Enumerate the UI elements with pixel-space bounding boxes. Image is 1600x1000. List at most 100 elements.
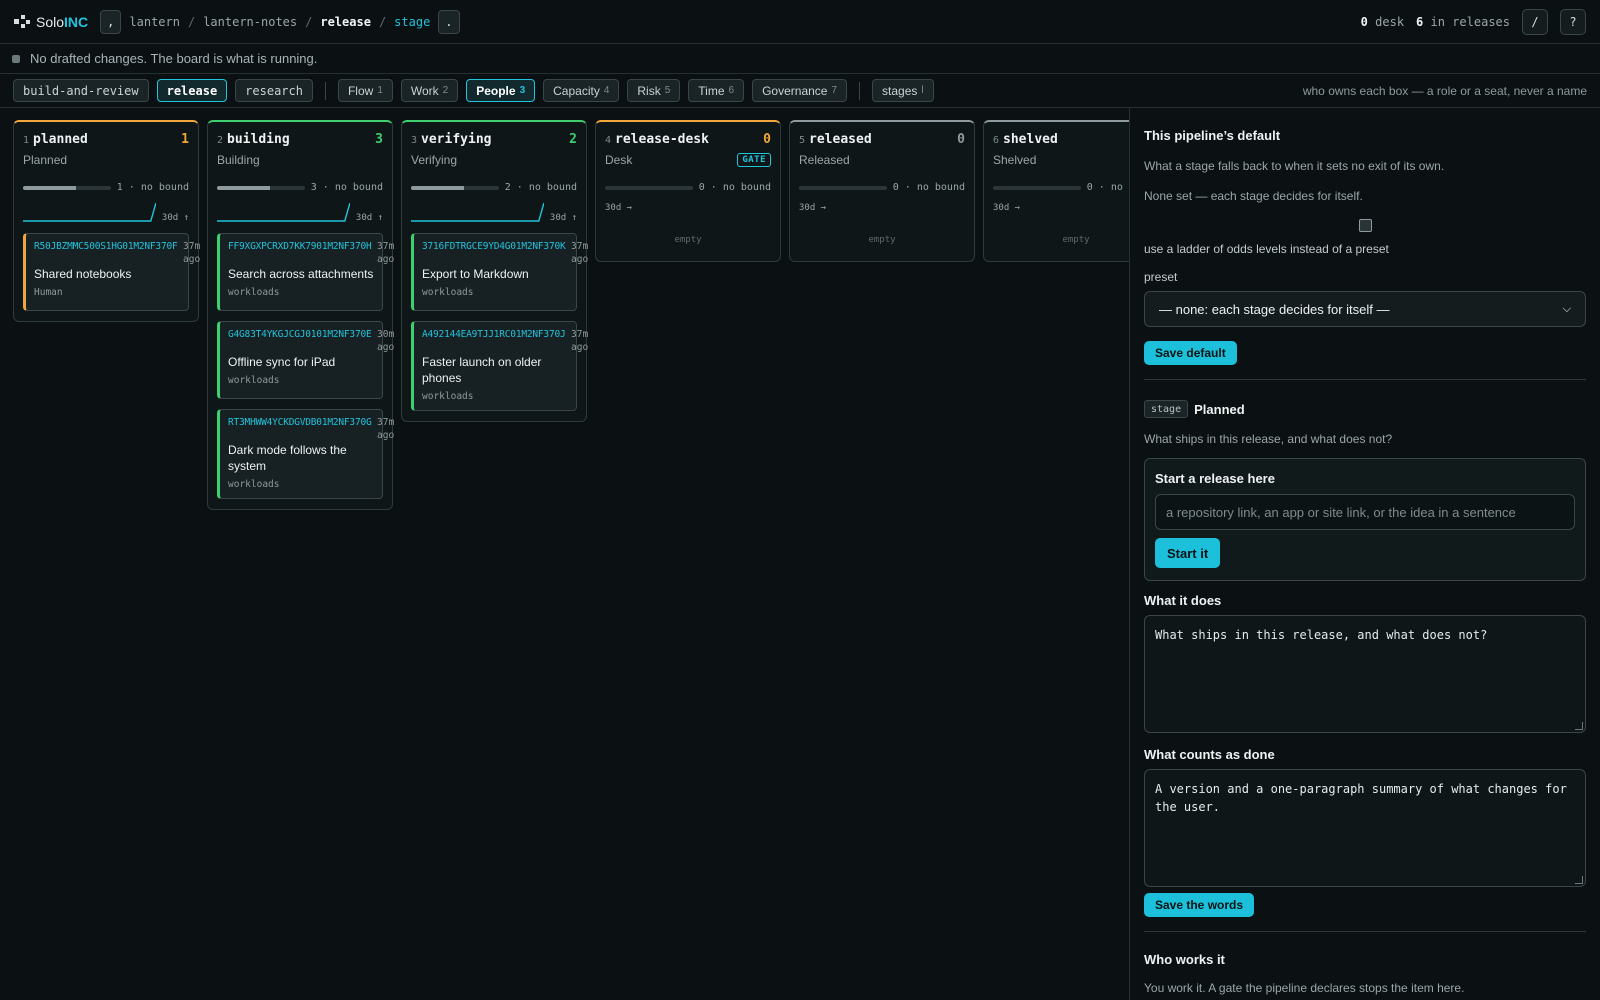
lens-time[interactable]: Time 6 bbox=[688, 79, 745, 102]
stage-column-planned[interactable]: 1 planned 1 Planned 1 · no bound 30d ↑ R50JBZM… bbox=[13, 120, 200, 322]
column-subtitle-row: Verifying bbox=[411, 152, 577, 168]
lens-risk[interactable]: Risk 5 bbox=[627, 79, 681, 102]
trend-window[interactable]: 30d ↑ bbox=[550, 213, 577, 223]
trend-window[interactable]: 30d → bbox=[605, 203, 771, 213]
ladder-checkbox[interactable] bbox=[1358, 219, 1372, 232]
wip-meter bbox=[411, 185, 499, 190]
work-card[interactable]: G4G83T4YKGJCGJ0101M2NF370E 30m ago Offline… bbox=[217, 321, 394, 399]
pipeline-tab-research[interactable]: research bbox=[235, 79, 313, 102]
empty-state: empty bbox=[868, 235, 896, 245]
lens-flow[interactable]: Flow 1 bbox=[337, 79, 393, 102]
start-input[interactable]: a repository link, an app or site link, … bbox=[1155, 494, 1575, 530]
column-name: release-desk bbox=[615, 132, 709, 147]
preset-select[interactable]: — none: each stage decides for itself — … bbox=[1144, 291, 1586, 327]
logo[interactable]: Solo INC bbox=[14, 14, 88, 30]
wip-meter-fill bbox=[217, 185, 270, 190]
trend-window[interactable]: 30d → bbox=[799, 203, 965, 213]
wip-meter-row: 0 · no bound bbox=[605, 182, 771, 193]
stage-column-shelved[interactable]: 6shelved0 Shelved 0 · no bound 30d → empty bbox=[983, 120, 1129, 262]
card-title: Search across attachments bbox=[228, 267, 374, 281]
wip-label: 0 · no bound bbox=[892, 182, 965, 193]
stage-column-released[interactable]: 5 released 0 Released 0 · no bound 30d → empty bbox=[789, 120, 975, 262]
release-status[interactable]: 6 in releases bbox=[1416, 15, 1510, 29]
empty-state: empty bbox=[674, 235, 702, 245]
trend-window[interactable]: 30d → bbox=[993, 203, 1129, 213]
desk-status[interactable]: 0 desk bbox=[1361, 15, 1404, 29]
trend-sparkline bbox=[411, 202, 544, 222]
default-none: None set — each stage decides for itself… bbox=[1144, 189, 1363, 203]
card-id[interactable]: RT3MHWW4YCKDGVDB01M2NF370G bbox=[228, 417, 376, 428]
prev-key-button[interactable]: , bbox=[100, 9, 122, 34]
crumb-view[interactable]: stage bbox=[394, 15, 430, 29]
logo-icon bbox=[14, 14, 30, 28]
help-button[interactable]: ? bbox=[1560, 8, 1586, 35]
card-owner: workloads bbox=[228, 287, 280, 298]
column-header: 6shelved0 bbox=[993, 132, 1129, 147]
trend-window[interactable]: 30d ↑ bbox=[356, 213, 383, 223]
crumb-separator: / bbox=[378, 14, 387, 29]
work-card[interactable]: R50JBZMMC500S1HG01M2NF370F 37m ago Shared … bbox=[23, 233, 200, 311]
preset-label: preset bbox=[1144, 270, 1178, 284]
divider bbox=[1144, 379, 1586, 380]
lens-governance[interactable]: Governance 7 bbox=[752, 79, 848, 102]
done-label: What counts as done bbox=[1144, 747, 1275, 762]
stage-column-verifying[interactable]: 3 verifying 2 Verifying 2 · no bound 30d ↑ 371… bbox=[401, 120, 588, 422]
crumb-pipeline[interactable]: release bbox=[320, 15, 371, 29]
card-id[interactable]: R50JBZMMC500S1HG01M2NF370F bbox=[34, 241, 182, 252]
trend-row: 30d ↑ bbox=[23, 199, 189, 223]
work-card[interactable]: 3716FDTRGCE9YD4G01M2NF370K 37m ago Export … bbox=[411, 233, 588, 311]
stages-toggle[interactable]: stages l bbox=[872, 79, 934, 102]
column-number: 3 bbox=[411, 135, 418, 146]
column-subtitle-row: Shelved bbox=[993, 152, 1129, 168]
save-default-button[interactable]: Save default bbox=[1144, 341, 1237, 365]
lens-capacity[interactable]: Capacity 4 bbox=[543, 79, 620, 102]
work-card[interactable]: A492144EA9TJJ1RC01M2NF370J 37m ago Faster … bbox=[411, 321, 588, 411]
card-id[interactable]: G4G83T4YKGJCGJ0101M2NF370E bbox=[228, 329, 376, 340]
crumb-product[interactable]: lantern-notes bbox=[203, 15, 297, 29]
wip-meter-fill bbox=[411, 185, 464, 190]
pipeline-tab-build-and-review[interactable]: build-and-review bbox=[13, 79, 149, 102]
resize-grip-icon[interactable] bbox=[1575, 876, 1583, 884]
card-id[interactable]: A492144EA9TJJ1RC01M2NF370J bbox=[422, 329, 570, 340]
card-title: Shared notebooks bbox=[34, 267, 132, 281]
crumb-separator: / bbox=[305, 14, 313, 29]
save-words-button[interactable]: Save the words bbox=[1144, 893, 1255, 917]
crumb-company[interactable]: lantern bbox=[129, 15, 180, 29]
stage-column-release-desk[interactable]: 4 release-desk 0 Desk GATE 0 · no bound 30d → e… bbox=[595, 120, 781, 262]
column-subtitle: Planned bbox=[23, 153, 68, 167]
pipeline-tab-release[interactable]: release bbox=[156, 79, 228, 102]
card-title: Offline sync for iPad bbox=[228, 355, 336, 369]
command-key-button[interactable]: / bbox=[1522, 8, 1548, 35]
column-header: 4 release-desk 0 bbox=[605, 132, 771, 147]
card-owner: workloads bbox=[228, 375, 280, 386]
column-subtitle: Verifying bbox=[411, 153, 458, 167]
resize-grip-icon[interactable] bbox=[1575, 722, 1583, 730]
work-card[interactable]: RT3MHWW4YCKDGVDB01M2NF370G 37m ago Dark mo… bbox=[217, 409, 394, 499]
done-textarea[interactable]: A version and a one-paragraph summary of… bbox=[1144, 769, 1586, 887]
does-label: What it does bbox=[1144, 593, 1222, 608]
empty-state: empty bbox=[1062, 235, 1090, 245]
column-name: verifying bbox=[421, 132, 492, 147]
stage-column-building[interactable]: 2 building 3 Building 3 · no bound 30d ↑ FF9XG… bbox=[207, 120, 394, 510]
wip-meter-row: 3 · no bound bbox=[217, 182, 383, 193]
divider bbox=[859, 81, 861, 100]
column-subtitle: Released bbox=[799, 153, 850, 167]
column-subtitle-row: Building bbox=[217, 152, 383, 168]
work-card[interactable]: FF9XGXPCRXD7KK7901M2NF370H 37m ago Search … bbox=[217, 233, 394, 311]
trend-window[interactable]: 30d ↑ bbox=[162, 213, 189, 223]
column-header: 3 verifying 2 bbox=[411, 132, 577, 147]
does-value: What ships in this release, and what doe… bbox=[1155, 628, 1488, 642]
trend-row: 30d ↑ bbox=[411, 199, 577, 223]
wip-meter-row: 0 · no bound bbox=[993, 182, 1129, 193]
next-key-button[interactable]: . bbox=[438, 9, 460, 34]
column-name: released bbox=[809, 132, 872, 147]
lens-people[interactable]: People 3 bbox=[466, 79, 536, 102]
does-textarea[interactable]: What ships in this release, and what doe… bbox=[1144, 615, 1586, 733]
trend-sparkline bbox=[217, 202, 350, 222]
filter-bar: build-and-review release research Flow 1 … bbox=[0, 74, 1600, 108]
start-button[interactable]: Start it bbox=[1155, 538, 1221, 568]
card-id[interactable]: FF9XGXPCRXD7KK7901M2NF370H bbox=[228, 241, 376, 252]
lens-work[interactable]: Work 2 bbox=[400, 79, 459, 102]
card-id[interactable]: 3716FDTRGCE9YD4G01M2NF370K bbox=[422, 241, 570, 252]
column-subtitle-row: Planned bbox=[23, 152, 189, 168]
